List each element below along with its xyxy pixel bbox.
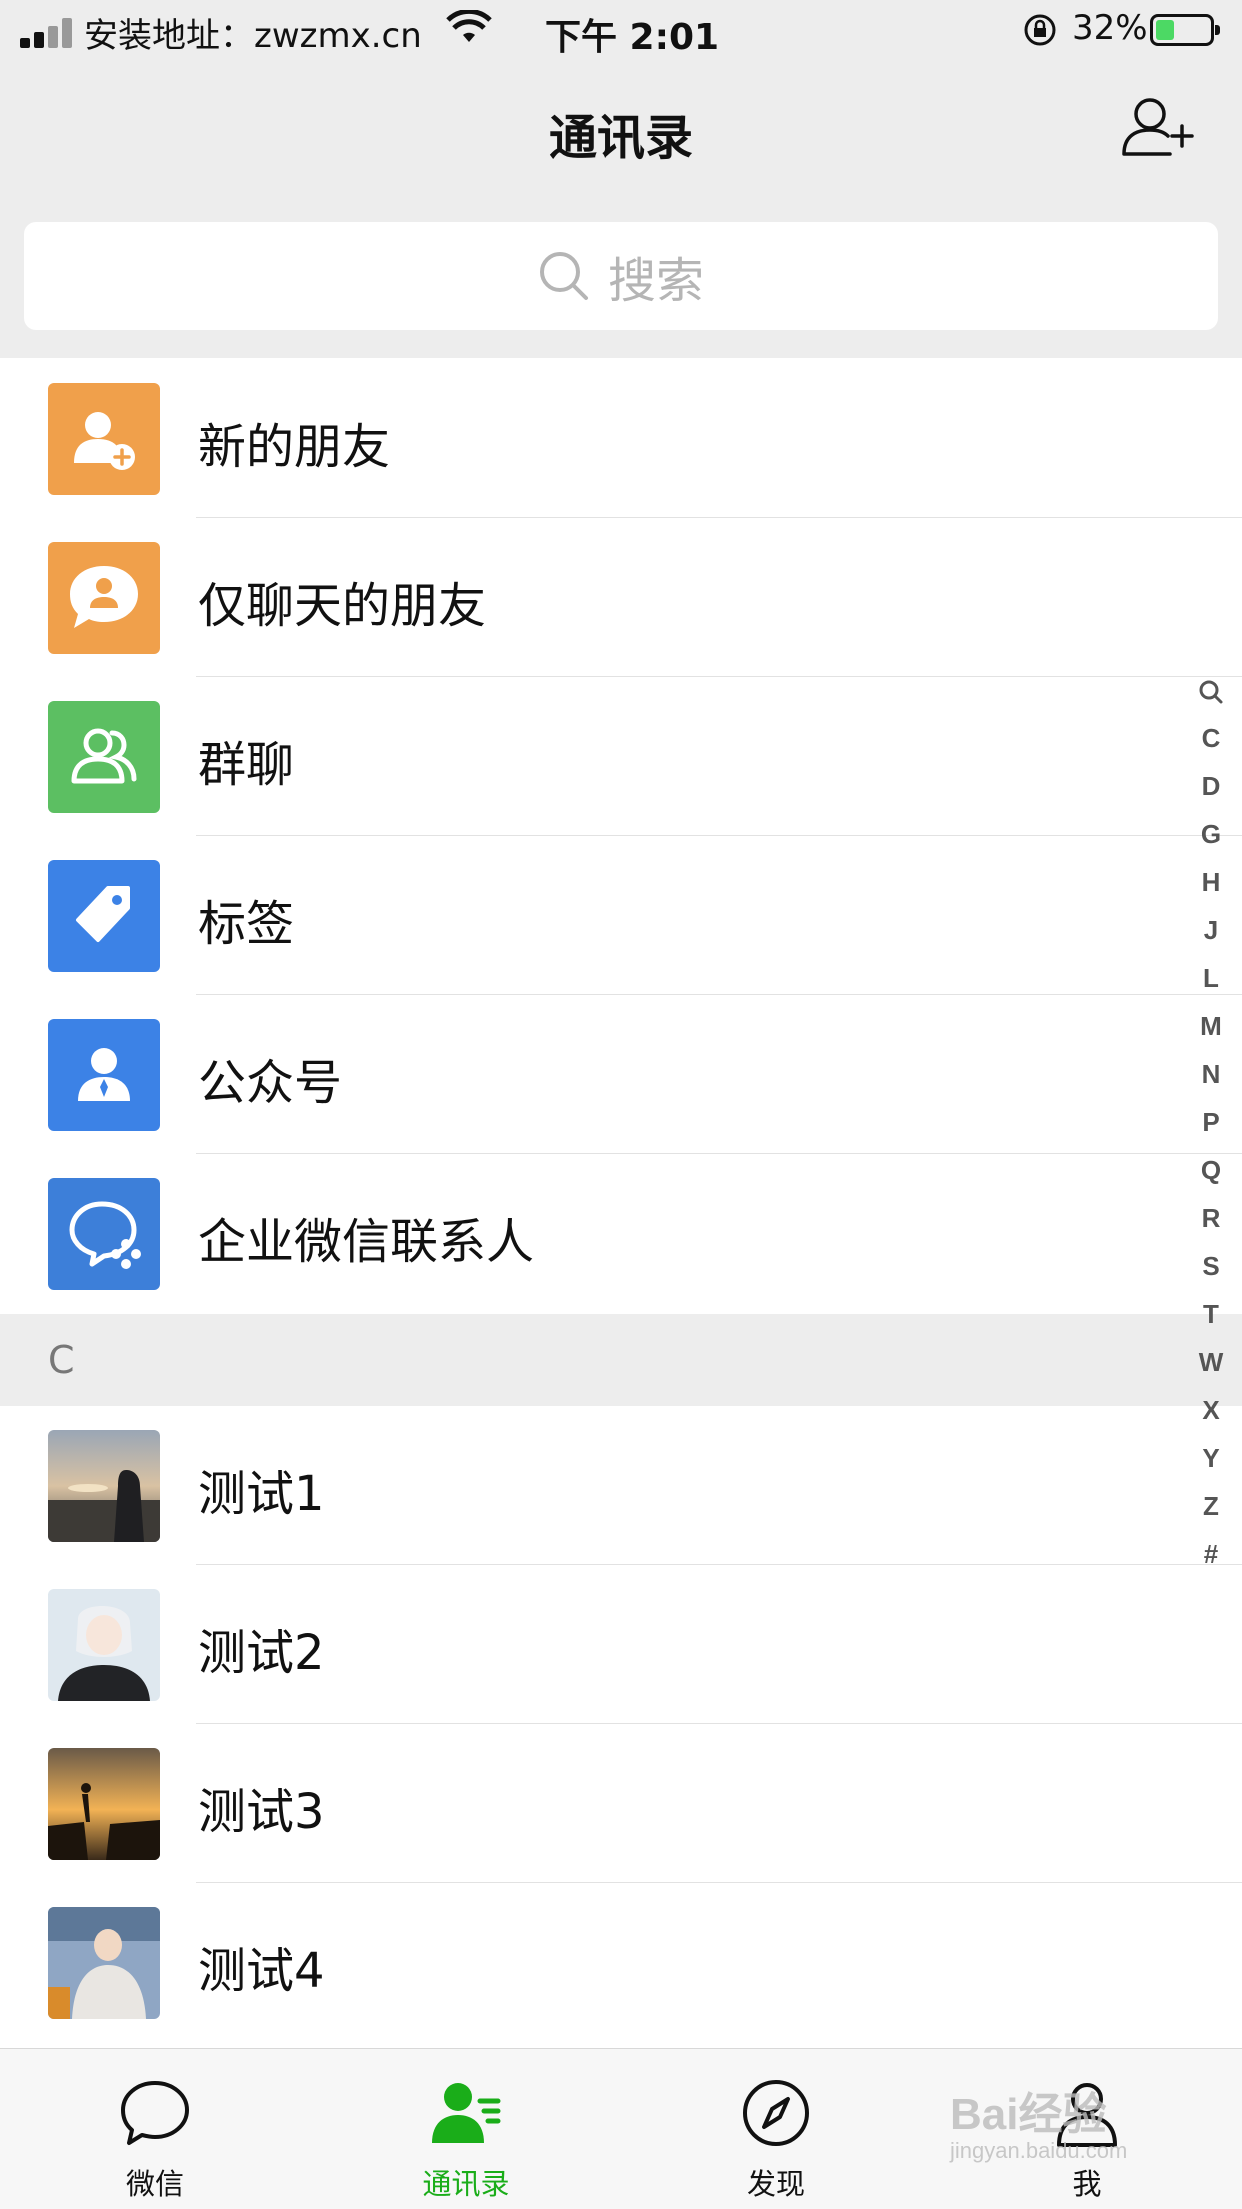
alphabet-index[interactable]: C D G H J L M N P Q R S T W X Y Z # (1196, 666, 1226, 1578)
new-friend-icon (48, 383, 160, 495)
search-placeholder: 搜索 (607, 253, 704, 309)
list-item-wecom-contacts[interactable]: 企业微信联系人 (0, 1154, 1242, 1313)
top-bar: 安装地址：zwzmx.cn 下午 2:01 32% 通讯录 搜索 (0, 0, 1242, 358)
index-letter[interactable]: L (1196, 954, 1226, 1002)
tab-label: 微信 (125, 2167, 184, 2201)
carrier-text: 安装地址：zwzmx.cn (84, 16, 422, 56)
battery-icon (1150, 14, 1220, 46)
list-item-label: 群聊 (198, 737, 295, 793)
chat-bubble-icon (121, 2081, 189, 2145)
contact-name: 测试3 (198, 1784, 325, 1840)
index-letter[interactable]: G (1196, 810, 1226, 858)
tab-label: 发现 (746, 2167, 805, 2201)
contact-row[interactable]: 测试3 (0, 1724, 1242, 1883)
contact-name: 测试4 (198, 1943, 325, 1999)
contacts-icon (432, 2083, 501, 2143)
list-item-new-friends[interactable]: 新的朋友 (0, 359, 1242, 518)
clock-text: 下午 2:01 (545, 17, 720, 58)
list-item-group-chats[interactable]: 群聊 (0, 677, 1242, 836)
list-item-chat-only-friends[interactable]: 仅聊天的朋友 (0, 518, 1242, 677)
baidu-watermark: Bai经验 jingyan.baidu.com (950, 2090, 1128, 2163)
list-item-tags[interactable]: 标签 (0, 836, 1242, 995)
contact-row[interactable]: 测试1 (0, 1406, 1242, 1565)
contact-name: 测试2 (198, 1625, 325, 1681)
index-letter[interactable]: # (1196, 1530, 1226, 1578)
contact-row[interactable]: 测试2 (0, 1565, 1242, 1724)
section-letter: C (48, 1338, 75, 1382)
index-letter[interactable]: M (1196, 1002, 1226, 1050)
index-letter[interactable]: Y (1196, 1434, 1226, 1482)
page-title: 通讯录 (548, 110, 693, 166)
battery-percent: 32% (1072, 8, 1148, 48)
tag-icon (48, 860, 160, 972)
list-item-label: 仅聊天的朋友 (198, 578, 487, 634)
index-letter[interactable]: S (1196, 1242, 1226, 1290)
index-letter[interactable]: X (1196, 1386, 1226, 1434)
tab-contacts[interactable]: 通讯录 (366, 2049, 566, 2209)
avatar (48, 1748, 160, 1860)
list-item-label: 公众号 (198, 1055, 343, 1111)
search-bar[interactable]: 搜索 (24, 222, 1218, 330)
index-letter[interactable]: W (1196, 1338, 1226, 1386)
tab-chats[interactable]: 微信 (55, 2049, 255, 2209)
official-account-icon (48, 1019, 160, 1131)
wecom-icon (48, 1178, 160, 1290)
index-letter[interactable]: Q (1196, 1146, 1226, 1194)
rotation-lock-icon (1024, 14, 1056, 46)
section-header: C (0, 1314, 1242, 1406)
avatar (48, 1430, 160, 1542)
list-item-label: 企业微信联系人 (198, 1214, 535, 1270)
index-search-icon[interactable] (1196, 666, 1226, 714)
contact-row[interactable]: 测试4 (0, 1883, 1242, 2042)
tab-discover[interactable]: 发现 (676, 2049, 876, 2209)
group-chat-icon (48, 701, 160, 813)
chat-only-icon (48, 542, 160, 654)
wifi-icon (446, 10, 492, 42)
search-icon (539, 252, 588, 300)
index-letter[interactable]: J (1196, 906, 1226, 954)
avatar (48, 1907, 160, 2019)
index-letter[interactable]: Z (1196, 1482, 1226, 1530)
status-bar: 安装地址：zwzmx.cn 下午 2:01 32% (0, 0, 1242, 62)
index-letter[interactable]: T (1196, 1290, 1226, 1338)
contact-name: 测试1 (198, 1466, 325, 1522)
signal-icon (20, 18, 74, 48)
list-item-label: 标签 (198, 896, 295, 952)
list-item-official-accounts[interactable]: 公众号 (0, 995, 1242, 1154)
tab-label: 通讯录 (422, 2167, 510, 2201)
tab-label: 我 (1072, 2167, 1102, 2201)
compass-icon (743, 2080, 809, 2146)
index-letter[interactable]: C (1196, 714, 1226, 762)
add-contact-icon[interactable] (1120, 96, 1194, 158)
index-letter[interactable]: R (1196, 1194, 1226, 1242)
index-letter[interactable]: P (1196, 1098, 1226, 1146)
list-item-label: 新的朋友 (198, 419, 391, 475)
avatar (48, 1589, 160, 1701)
index-letter[interactable]: D (1196, 762, 1226, 810)
index-letter[interactable]: N (1196, 1050, 1226, 1098)
index-letter[interactable]: H (1196, 858, 1226, 906)
